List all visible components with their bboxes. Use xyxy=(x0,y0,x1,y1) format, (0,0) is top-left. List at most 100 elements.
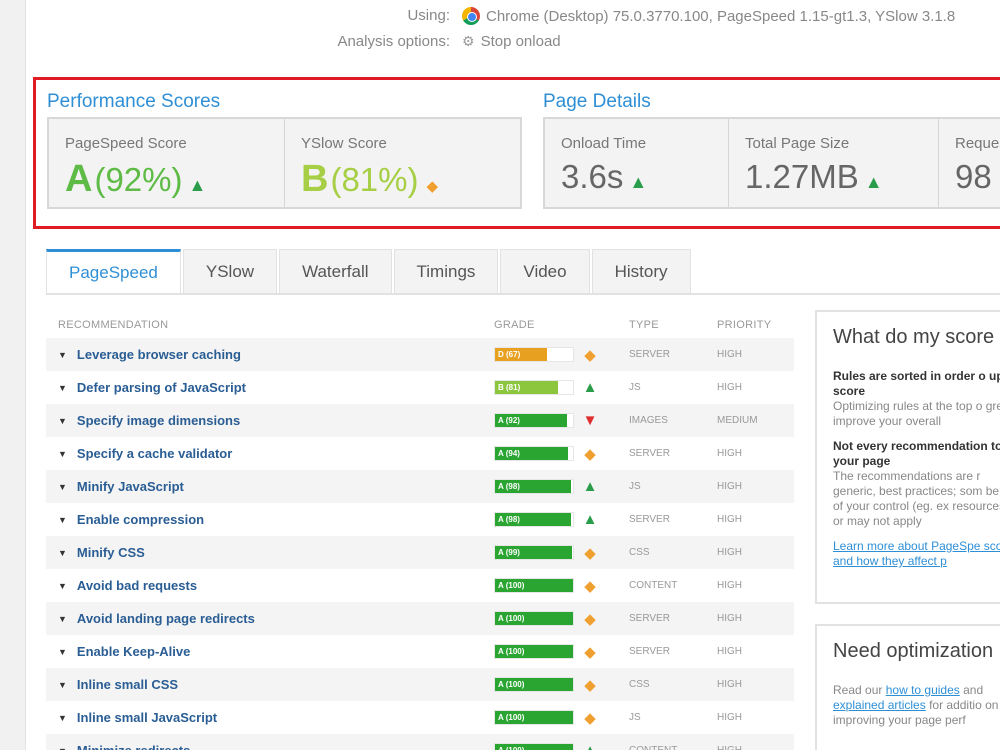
recommendation-label[interactable]: Inline small CSS xyxy=(77,677,178,692)
expand-caret-icon[interactable]: ▼ xyxy=(58,416,67,426)
yslow-percent: (81%) xyxy=(330,161,419,198)
type-cell: SERVER xyxy=(629,514,670,525)
expand-caret-icon[interactable]: ▼ xyxy=(58,647,67,657)
grade-cell: A (92) ▼ xyxy=(494,412,629,429)
priority-cell: HIGH xyxy=(717,613,742,624)
recommendation-label[interactable]: Specify image dimensions xyxy=(77,413,240,428)
expand-caret-icon[interactable]: ▼ xyxy=(58,515,67,525)
recommendation-name[interactable]: ▼ Inline small JavaScript xyxy=(46,710,494,725)
explained-articles-link[interactable]: explained articles xyxy=(833,698,926,712)
recommendation-name[interactable]: ▼ Minify CSS xyxy=(46,545,494,560)
tab-yslow[interactable]: YSlow xyxy=(182,249,278,293)
recommendation-name[interactable]: ▼ Enable Keep-Alive xyxy=(46,644,494,659)
table-row[interactable]: ▼ Minify CSS A (99) ◆ CSS HIGH xyxy=(46,536,794,569)
size-up-arrow-icon: ▲ xyxy=(864,172,883,192)
priority-cell: HIGH xyxy=(717,712,742,723)
how-to-guides-link[interactable]: how to guides xyxy=(886,683,960,697)
tab-video[interactable]: Video xyxy=(500,249,590,293)
recommendation-name[interactable]: ▼ Minify JavaScript xyxy=(46,479,494,494)
recommendation-label[interactable]: Inline small JavaScript xyxy=(77,710,217,725)
recommendation-label[interactable]: Minimize redirects xyxy=(77,743,190,750)
recommendation-label[interactable]: Minify JavaScript xyxy=(77,479,184,494)
optimization-panel: Need optimization Read our how to guides… xyxy=(815,624,1000,750)
recommendation-label[interactable]: Defer parsing of JavaScript xyxy=(77,380,246,395)
grade-bar-fill: B (81) xyxy=(495,381,559,394)
recommendation-name[interactable]: ▼ Specify image dimensions xyxy=(46,413,494,428)
tab-pagespeed[interactable]: PageSpeed xyxy=(46,249,181,293)
header-recommendation: RECOMMENDATION xyxy=(58,319,169,331)
expand-caret-icon[interactable]: ▼ xyxy=(58,383,67,393)
expand-caret-icon[interactable]: ▼ xyxy=(58,746,67,750)
grade-bar-fill: A (99) xyxy=(495,546,573,559)
grade-bar: A (98) xyxy=(494,512,574,527)
table-row[interactable]: ▼ Leverage browser caching D (67) ◆ SERVER HI… xyxy=(46,338,794,371)
table-row[interactable]: ▼ Avoid bad requests A (100) ◆ CONTENT HIGH xyxy=(46,569,794,602)
recommendation-name[interactable]: ▼ Avoid landing page redirects xyxy=(46,611,494,626)
expand-caret-icon[interactable]: ▼ xyxy=(58,482,67,492)
grade-bar-fill: A (100) xyxy=(495,579,573,592)
grade-cell: A (100) ◆ xyxy=(494,643,629,661)
recommendation-name[interactable]: ▼ Defer parsing of JavaScript xyxy=(46,380,494,395)
priority-cell: HIGH xyxy=(717,547,742,558)
priority-cell: HIGH xyxy=(717,646,742,657)
expand-caret-icon[interactable]: ▼ xyxy=(58,350,67,360)
expand-caret-icon[interactable]: ▼ xyxy=(58,680,67,690)
table-row[interactable]: ▼ Specify image dimensions A (92) ▼ IMAGES ME… xyxy=(46,404,794,437)
grade-bar: A (99) xyxy=(494,545,574,560)
pagespeed-up-arrow-icon: ▲ xyxy=(188,175,207,195)
recommendation-label[interactable]: Avoid bad requests xyxy=(77,578,197,593)
tab-waterfall[interactable]: Waterfall xyxy=(279,249,392,293)
recommendation-label[interactable]: Avoid landing page redirects xyxy=(77,611,255,626)
trend-up-arrow-icon: ▲ xyxy=(582,511,598,528)
recommendation-name[interactable]: ▼ Minimize redirects xyxy=(46,743,494,750)
grade-bar: A (100) xyxy=(494,743,574,750)
learn-more-link[interactable]: Learn more about PageSpe scores and how … xyxy=(833,539,1000,568)
stop-onload-icon: ⚙ xyxy=(462,33,475,49)
trend-neutral-diamond-icon: ◆ xyxy=(584,709,596,727)
recommendation-label[interactable]: Enable compression xyxy=(77,512,204,527)
table-row[interactable]: ▼Minimize redirectsA (100)▲CONTENTHIGH xyxy=(46,734,794,750)
tab-timings[interactable]: Timings xyxy=(393,249,499,293)
table-row[interactable]: ▼ Inline small JavaScript A (100) ◆ JS HIGH xyxy=(46,701,794,734)
expand-caret-icon[interactable]: ▼ xyxy=(58,449,67,459)
table-row[interactable]: ▼ Minify JavaScript A (98) ▲ JS HIGH xyxy=(46,470,794,503)
recommendation-label[interactable]: Minify CSS xyxy=(77,545,145,560)
table-row[interactable]: ▼ Defer parsing of JavaScript B (81) ▲ JS HIG… xyxy=(46,371,794,404)
not-every-heading: Not every recommendation to your page xyxy=(833,439,1000,468)
grade-bar: A (100) xyxy=(494,611,574,626)
recommendation-name[interactable]: ▼ Inline small CSS xyxy=(46,677,494,692)
priority-cell: HIGH xyxy=(717,514,742,525)
table-row[interactable]: ▼ Inline small CSS A (100) ◆ CSS HIGH xyxy=(46,668,794,701)
recommendation-name[interactable]: ▼ Enable compression xyxy=(46,512,494,527)
table-row[interactable]: ▼ Avoid landing page redirects A (100) ◆ SER… xyxy=(46,602,794,635)
using-value: Chrome (Desktop) 75.0.3770.100, PageSpee… xyxy=(486,7,956,25)
table-row[interactable]: ▼ Enable compression A (98) ▲ SERVER HIGH xyxy=(46,503,794,536)
expand-caret-icon[interactable]: ▼ xyxy=(58,713,67,723)
recommendation-label[interactable]: Enable Keep-Alive xyxy=(77,644,190,659)
page-details-title: Page Details xyxy=(543,91,651,112)
recommendation-label[interactable]: Leverage browser caching xyxy=(77,347,241,362)
grade-cell: A (100) ◆ xyxy=(494,577,629,595)
table-row[interactable]: ▼ Specify a cache validator A (94) ◆ SERVER H… xyxy=(46,437,794,470)
expand-caret-icon[interactable]: ▼ xyxy=(58,581,67,591)
grade-cell: A (100) ◆ xyxy=(494,610,629,628)
pagespeed-score-label: PageSpeed Score xyxy=(65,135,187,152)
recommendation-name[interactable]: ▼ Avoid bad requests xyxy=(46,578,494,593)
type-cell: JS xyxy=(629,481,641,492)
expand-caret-icon[interactable]: ▼ xyxy=(58,614,67,624)
type-cell: CONTENT xyxy=(629,745,717,750)
recommendation-name[interactable]: ▼ Leverage browser caching xyxy=(46,347,494,362)
grade-cell: A (99) ◆ xyxy=(494,544,629,562)
tab-history[interactable]: History xyxy=(591,249,691,293)
priority-cell: HIGH xyxy=(717,349,742,360)
not-every-text: The recommendations are r generic, best … xyxy=(833,469,1000,528)
recommendation-label[interactable]: Specify a cache validator xyxy=(77,446,232,461)
priority-cell: MEDIUM xyxy=(717,415,758,426)
grade-cell: A (94) ◆ xyxy=(494,445,629,463)
recommendation-name[interactable]: ▼ Specify a cache validator xyxy=(46,446,494,461)
expand-caret-icon[interactable]: ▼ xyxy=(58,548,67,558)
trend-up-arrow-icon: ▲ xyxy=(576,742,604,750)
table-row[interactable]: ▼ Enable Keep-Alive A (100) ◆ SERVER HIGH xyxy=(46,635,794,668)
type-cell: CSS xyxy=(629,679,650,690)
trend-up-arrow-icon: ▲ xyxy=(582,478,598,495)
